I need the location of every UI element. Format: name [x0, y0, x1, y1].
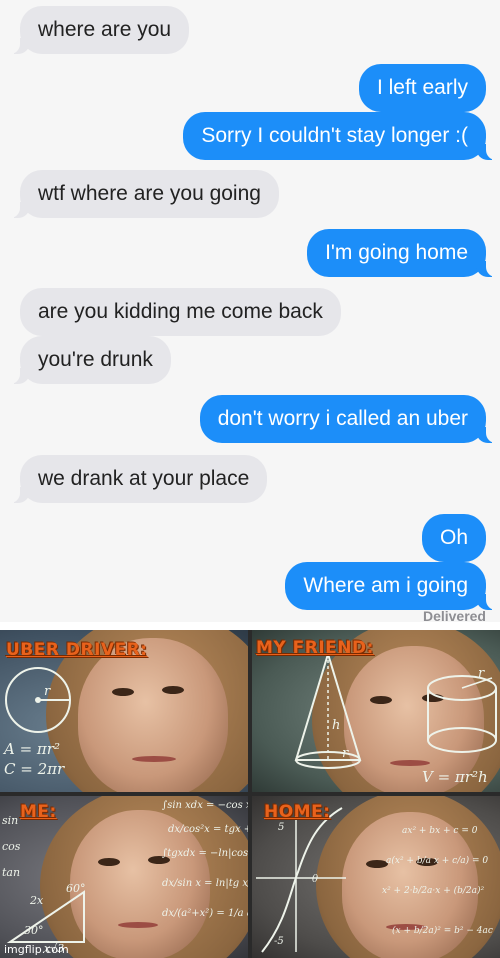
- formula-axis-minus5: -5: [274, 936, 284, 947]
- caption-my-friend: MY FRIEND:: [256, 638, 374, 658]
- meme-panel-me: sin cos tan ∫sin xdx = −cos x + C dx/cos…: [0, 796, 248, 958]
- eye-shape: [366, 860, 388, 868]
- message-sent: Oh: [421, 514, 486, 562]
- caption-home: HOME:: [264, 802, 331, 822]
- message-sent: I left early: [358, 64, 486, 112]
- cone-diagram-icon: [294, 650, 362, 769]
- formula-trig-cos: cos: [2, 840, 21, 853]
- message-sent: Sorry I couldn't stay longer :(: [183, 112, 498, 160]
- formula-quadratic-4: (x + b/2a)² = b² − 4ac: [392, 926, 493, 936]
- message-received: where are you: [7, 6, 190, 54]
- formula-integral-5: dx/(a²+x²) = 1/a arctg: [162, 908, 248, 919]
- message-sent: don't worry i called an uber: [199, 395, 499, 443]
- graph-axes-icon: [256, 806, 346, 953]
- formula-cone-radius-label: r: [342, 746, 349, 761]
- message-sent: Where am i going: [285, 562, 498, 610]
- formula-side-2x: 2x: [30, 894, 44, 907]
- formula-integral-3: ∫tgxdx = −ln|cos x|: [162, 848, 248, 859]
- formula-quadratic-3: x² + 2·b/2a·x + (b/2a)²: [382, 886, 485, 896]
- formula-area: A = πr²: [4, 740, 60, 758]
- formula-theta: θ: [312, 874, 319, 885]
- formula-angle-60: 60°: [66, 882, 86, 895]
- message-sent: I'm going home: [307, 229, 498, 277]
- formula-circumference: C = 2πr: [4, 760, 65, 778]
- mouth-shape: [390, 760, 430, 766]
- message-received: are you kidding me come back: [20, 288, 341, 336]
- formula-cylinder-volume: V = πr²h: [422, 768, 488, 786]
- delivered-status: Delivered: [422, 608, 486, 622]
- message-received: wtf where are you going: [8, 170, 279, 218]
- message-received: we drank at your place: [7, 455, 268, 503]
- formula-axis-5: 5: [278, 822, 285, 833]
- chat-screenshot: where are you I left early Sorry I could…: [0, 0, 500, 622]
- imgflip-watermark: imgflip.com: [4, 943, 69, 956]
- formula-height-label: h: [332, 718, 341, 733]
- formula-radius-label: r: [44, 684, 51, 699]
- meme-panel-home: 5 -5 θ ax² + bx + c = 0 a(x² + b/a x + c…: [252, 796, 500, 958]
- formula-integral-2: dx/cos²x = tgx + C: [168, 824, 248, 835]
- cylinder-diagram-icon: [427, 675, 497, 753]
- formula-angle-30: 30°: [24, 924, 44, 937]
- formula-cylinder-radius-label: r: [478, 666, 485, 681]
- eye-shape: [98, 858, 120, 866]
- formula-trig-tan: tan: [2, 866, 21, 879]
- formula-quadratic-2: a(x² + b/a x + c/a) = 0: [386, 856, 489, 866]
- mouth-shape: [118, 922, 158, 928]
- eye-shape: [370, 696, 392, 704]
- formula-integral-4: dx/sin x = ln|tg x/2| + C: [162, 878, 248, 889]
- math-lady-meme: r A = πr² C = 2πr UBER DRIVER: h r r V =…: [0, 630, 500, 958]
- caption-me: ME:: [20, 802, 57, 822]
- meme-panel-uber-driver: r A = πr² C = 2πr UBER DRIVER:: [0, 630, 248, 792]
- formula-trig-sin: sin: [2, 814, 19, 827]
- caption-uber-driver: UBER DRIVER:: [6, 640, 148, 660]
- eye-shape: [162, 686, 184, 694]
- eye-shape: [112, 688, 134, 696]
- formula-quadratic-1: ax² + bx + c = 0: [402, 826, 478, 836]
- message-received: you're drunk: [8, 336, 171, 384]
- formula-integral-1: ∫sin xdx = −cos x + C: [162, 800, 248, 811]
- mouth-shape: [132, 756, 176, 762]
- circle-diagram-icon: [5, 667, 71, 733]
- meme-panel-my-friend: h r r V = πr²h MY FRIEND:: [252, 630, 500, 792]
